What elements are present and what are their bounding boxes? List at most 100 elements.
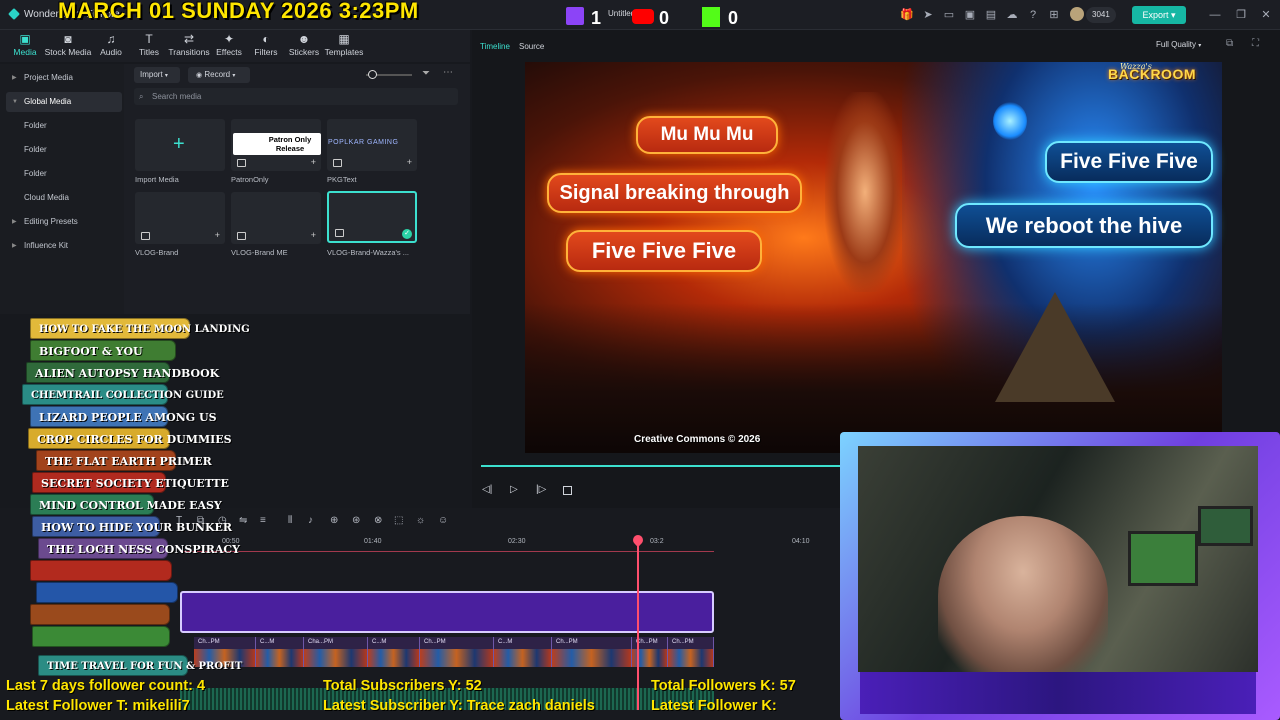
video-clip[interactable]: Ch...PM bbox=[552, 637, 632, 667]
quality-select[interactable]: Full Quality ▾ bbox=[1150, 37, 1214, 53]
video-clip[interactable]: Ch...PM bbox=[668, 637, 714, 667]
keyframe-icon[interactable]: ⬚ bbox=[394, 515, 403, 526]
window-icon[interactable]: ▣ bbox=[963, 8, 977, 22]
video-clip-track[interactable]: Ch...PM C...M Cha...PM C...M Ch...PM C..… bbox=[194, 637, 714, 667]
video-clip[interactable]: C...M bbox=[256, 637, 304, 667]
maximize-icon[interactable]: ❐ bbox=[1234, 8, 1248, 22]
media-item-vlog-brand-wazza[interactable]: ✓ bbox=[327, 191, 417, 243]
tab-filters[interactable]: ◐ Filters bbox=[252, 32, 280, 57]
clip-label: Ch...PM bbox=[636, 639, 658, 645]
video-clip[interactable]: Ch...PM bbox=[420, 637, 494, 667]
save-icon[interactable]: ▤ bbox=[984, 8, 998, 22]
credits-badge[interactable]: 3041 bbox=[1086, 7, 1116, 23]
sidebar-item-influence-kit[interactable]: ▶ Influence Kit bbox=[6, 236, 122, 256]
tab-effects[interactable]: ✦ Effects bbox=[214, 32, 244, 57]
tab-audio[interactable]: ♫ Audio bbox=[96, 32, 126, 57]
minimize-icon[interactable]: — bbox=[1208, 8, 1222, 22]
sidebar-item-label: Folder bbox=[24, 121, 47, 130]
import-button[interactable]: Import ▾ bbox=[134, 67, 180, 83]
tab-templates[interactable]: ▦ Templates bbox=[324, 32, 364, 57]
export-button[interactable]: Export ▾ bbox=[1132, 6, 1186, 24]
tab-stickers[interactable]: ☻ Stickers bbox=[288, 32, 320, 57]
fullscreen-icon[interactable]: ⛶ bbox=[1252, 38, 1259, 49]
ai-tool-icon[interactable]: ⊕ bbox=[330, 515, 338, 526]
background-monitor bbox=[1198, 506, 1253, 546]
cloud-icon[interactable]: ☁ bbox=[1005, 8, 1019, 22]
sidebar-item-cloud-media[interactable]: Cloud Media bbox=[6, 188, 122, 208]
adjust-icon[interactable]: ≡ bbox=[260, 515, 266, 526]
avatar[interactable] bbox=[1070, 7, 1084, 21]
plus-icon: + bbox=[173, 133, 185, 155]
tab-timeline[interactable]: Timeline bbox=[480, 42, 510, 51]
sidebar-item-folder[interactable]: Folder bbox=[6, 116, 122, 136]
layout-icon[interactable]: ▭ bbox=[942, 8, 956, 22]
titles-icon: T bbox=[145, 32, 153, 46]
tab-label: Titles bbox=[139, 47, 159, 57]
play-icon[interactable]: ▷ bbox=[510, 484, 518, 495]
more-icon[interactable]: ⋯ bbox=[443, 67, 453, 78]
ruler-tick: 03:2 bbox=[650, 538, 664, 545]
tab-transitions[interactable]: ⇄ Transitions bbox=[168, 32, 210, 57]
tab-source[interactable]: Source bbox=[519, 42, 544, 51]
media-item-vlog-brand-me[interactable]: + bbox=[231, 192, 321, 244]
book-spine: HOW TO FAKE THE MOON LANDING bbox=[30, 318, 250, 339]
speech-bubble: Five Five Five bbox=[566, 230, 762, 272]
sidebar-item-folder[interactable]: Folder bbox=[6, 140, 122, 160]
mask-icon[interactable]: ⊛ bbox=[352, 515, 360, 526]
tab-media[interactable]: ▣ Media bbox=[6, 32, 44, 57]
sidebar-item-label: Editing Presets bbox=[24, 217, 78, 226]
send-icon[interactable]: ➤ bbox=[921, 8, 935, 22]
record-button[interactable]: ◉ Record ▾ bbox=[188, 67, 250, 83]
clip-thumbnail bbox=[552, 649, 631, 667]
sidebar-item-label: Folder bbox=[24, 169, 47, 178]
clip-label: Cha...PM bbox=[308, 639, 334, 645]
help-icon[interactable]: ? bbox=[1026, 8, 1040, 22]
split-icon[interactable]: ⫴ bbox=[288, 515, 292, 526]
snapshot-icon[interactable]: ⧉ bbox=[1226, 38, 1233, 49]
search-input[interactable]: ⌕ Search media bbox=[134, 88, 458, 105]
gift-icon[interactable]: 🎁 bbox=[900, 8, 914, 22]
book-spine bbox=[32, 626, 170, 647]
sidebar-item-editing-presets[interactable]: ▶ Editing Presets bbox=[6, 212, 122, 232]
filmora-logo-icon bbox=[8, 8, 20, 20]
filter-icon[interactable]: ⏷ bbox=[422, 68, 430, 79]
media-item-vlog-brand[interactable]: + bbox=[135, 192, 225, 244]
preview-progress-bar[interactable] bbox=[481, 465, 841, 467]
clip-label: Ch...PM bbox=[424, 639, 446, 645]
plus-icon: + bbox=[214, 230, 220, 240]
clip-thumbnail bbox=[668, 649, 713, 667]
ruler-tick: 01:40 bbox=[364, 538, 382, 545]
slider-handle[interactable] bbox=[368, 70, 377, 79]
import-label: Import bbox=[140, 70, 163, 79]
sidebar-item-global-media[interactable]: ▼ Global Media bbox=[6, 92, 122, 112]
step-forward-icon[interactable]: |▷ bbox=[536, 484, 546, 495]
transition-icon[interactable]: ⇋ bbox=[239, 515, 247, 526]
title-clip-track[interactable] bbox=[180, 591, 714, 633]
media-toolbar: ▣ Media ◙ Stock Media ♫ Audio T Titles ⇄ Tran… bbox=[0, 30, 470, 62]
color-icon[interactable]: ☼ bbox=[416, 515, 425, 526]
step-back-icon[interactable]: ◁| bbox=[482, 484, 492, 495]
close-icon[interactable]: ✕ bbox=[1259, 8, 1273, 22]
tab-stock-media[interactable]: ◙ Stock Media bbox=[44, 32, 92, 57]
plus-icon: + bbox=[406, 157, 412, 167]
sticker-tool-icon[interactable]: ☺ bbox=[438, 515, 448, 526]
timeline-ruler[interactable] bbox=[180, 551, 714, 552]
tab-label: Audio bbox=[100, 47, 122, 57]
playhead[interactable] bbox=[637, 538, 639, 710]
chevron-right-icon: ▶ bbox=[12, 243, 17, 249]
video-clip[interactable]: C...M bbox=[494, 637, 552, 667]
templates-icon: ▦ bbox=[338, 32, 350, 46]
sidebar-item-project-media[interactable]: ▶ Project Media bbox=[6, 68, 122, 88]
audio-tool-icon[interactable]: ♪ bbox=[308, 515, 313, 526]
motion-icon[interactable]: ⊗ bbox=[374, 515, 382, 526]
sidebar-item-folder[interactable]: Folder bbox=[6, 164, 122, 184]
media-item-patronly[interactable]: Patron Only Release + bbox=[231, 119, 321, 171]
stop-icon[interactable] bbox=[563, 486, 572, 495]
grid-icon[interactable]: ⊞ bbox=[1047, 8, 1061, 22]
import-media-tile[interactable]: + bbox=[135, 119, 225, 171]
tab-titles[interactable]: T Titles bbox=[134, 32, 164, 57]
video-clip[interactable]: Cha...PM bbox=[304, 637, 368, 667]
ruler-tick: 02:30 bbox=[508, 538, 526, 545]
video-clip[interactable]: C...M bbox=[368, 637, 420, 667]
media-item-pkgtext[interactable]: POPLKAR GAMING + bbox=[327, 119, 417, 171]
